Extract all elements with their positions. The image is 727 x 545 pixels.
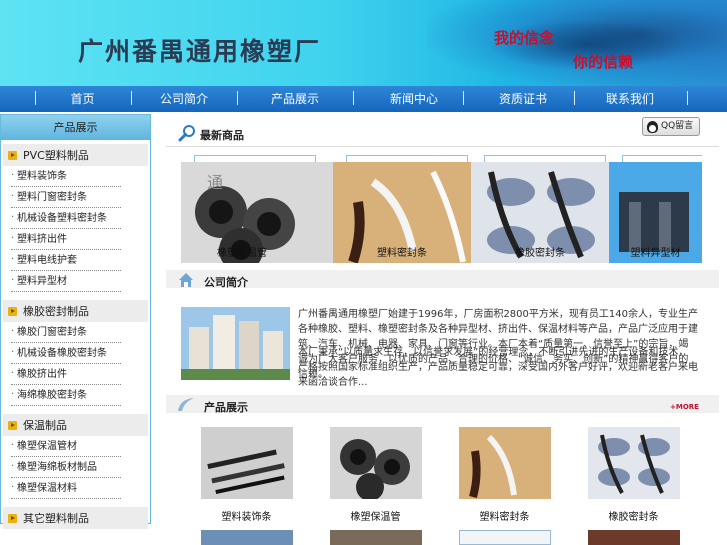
card-frame <box>194 155 316 162</box>
about-paragraph-2: 本厂秉承“以质量求生存，以信誉求发展”的经营理念，不断引进先进的生产设备和技术，… <box>298 347 698 388</box>
nav-separator <box>237 91 238 105</box>
product-image <box>200 427 293 499</box>
latest-products-strip: 通 橡塑保温管 塑料密封条 橡胶密封条 塑料异型材 <box>181 155 702 263</box>
nav-products[interactable]: 产品展示 <box>262 86 328 112</box>
products-section-header <box>166 395 719 413</box>
sidebar-item[interactable]: 机械设备橡胶密封条 <box>11 342 121 364</box>
sidebar-category-pvc[interactable]: PVC塑料制品 <box>3 144 148 166</box>
sidebar-item[interactable]: 橡胶挤出件 <box>11 363 121 385</box>
latest-title: 最新商品 <box>200 129 244 142</box>
nav-about[interactable]: 公司简介 <box>151 86 217 112</box>
about-title: 公司简介 <box>204 276 248 289</box>
sidebar-item[interactable]: 机械设备塑料密封条 <box>11 207 121 229</box>
search-icon <box>178 125 195 142</box>
arrow-bullet-icon <box>8 513 17 523</box>
category-label: PVC塑料制品 <box>23 149 89 162</box>
header-banner: 广州番禺通用橡塑厂 我的信念 你的信赖 <box>0 0 727 86</box>
product-caption: 橡胶密封条 <box>608 512 659 523</box>
nav-separator <box>131 91 132 105</box>
product-image <box>588 530 680 545</box>
category-label: 保温制品 <box>23 419 67 432</box>
divider <box>166 146 719 147</box>
product-image <box>201 530 293 545</box>
product-item[interactable]: 塑料密封条 <box>457 427 552 523</box>
latest-card[interactable]: 橡胶密封条 <box>471 155 609 263</box>
nav-separator <box>574 91 575 105</box>
arrow-bullet-icon <box>8 306 17 316</box>
sidebar-item[interactable]: 海绵橡胶密封条 <box>11 384 121 406</box>
category-label: 其它塑料制品 <box>23 512 89 525</box>
sidebar-item[interactable]: 塑料门窗密封条 <box>11 186 121 208</box>
product-item[interactable]: 橡塑保温管 <box>328 427 423 523</box>
card-label: 塑料密封条 <box>377 248 427 259</box>
sidebar-item[interactable]: 塑料电线护套 <box>11 249 121 271</box>
sidebar-category-rubber[interactable]: 橡胶密封制品 <box>3 300 148 322</box>
qq-label: QQ留言 <box>661 121 694 131</box>
product-image <box>459 530 551 545</box>
product-image <box>330 530 422 545</box>
sidebar-item[interactable]: 橡塑保温管材 <box>11 435 121 457</box>
sidebar-item[interactable]: 塑料装饰条 <box>11 165 121 187</box>
nav-certificates[interactable]: 资质证书 <box>490 86 556 112</box>
product-image <box>329 427 422 501</box>
product-caption: 橡塑保温管 <box>350 512 401 523</box>
product-item[interactable]: 橡胶密封条 <box>586 427 681 523</box>
nav-separator <box>35 91 36 105</box>
card-frame <box>622 155 702 162</box>
nav-home[interactable]: 首页 <box>55 86 110 112</box>
qq-message-button[interactable]: QQ留言 <box>642 117 700 136</box>
building-image <box>181 307 290 380</box>
sidebar-category-other[interactable]: 其它塑料制品 <box>3 507 148 529</box>
arrow-bullet-icon <box>8 420 17 430</box>
sidebar-item[interactable]: 塑料挤出件 <box>11 228 121 250</box>
company-title: 广州番禺通用橡塑厂 <box>78 37 322 66</box>
sidebar-item[interactable]: 橡胶门窗密封条 <box>11 321 121 343</box>
product-caption: 塑料装饰条 <box>221 512 272 523</box>
products-title: 产品展示 <box>204 401 248 414</box>
nav-contact[interactable]: 联系我们 <box>597 86 663 112</box>
card-label: 橡塑保温管 <box>217 248 267 259</box>
more-link[interactable]: +MORE <box>670 403 699 411</box>
product-caption: 塑料密封条 <box>479 512 530 523</box>
sidebar-item[interactable]: 橡塑保温材料 <box>11 477 121 499</box>
svg-text:通: 通 <box>207 173 223 192</box>
sidebar: 产品展示 PVC塑料制品 塑料装饰条 塑料门窗密封条 机械设备塑料密封条 塑料挤… <box>0 114 151 529</box>
swoosh-icon <box>178 398 194 411</box>
nav-separator <box>353 91 354 105</box>
nav-separator <box>687 91 688 105</box>
product-image <box>587 427 680 499</box>
nav-news[interactable]: 新闻中心 <box>381 86 447 112</box>
sidebar-title: 产品展示 <box>1 115 150 140</box>
arrow-bullet-icon <box>8 150 17 160</box>
slogan-2: 你的信赖 <box>573 53 634 71</box>
sidebar-item[interactable]: 橡塑海绵板材制品 <box>11 456 121 478</box>
card-label: 塑料异型材 <box>630 248 681 259</box>
nav-separator <box>463 91 464 105</box>
about-section-header <box>166 270 719 288</box>
sidebar-category-insulation[interactable]: 保温制品 <box>3 414 148 436</box>
qq-penguin-icon <box>647 121 658 133</box>
category-label: 橡胶密封制品 <box>23 305 89 318</box>
latest-card[interactable]: 塑料异型材 <box>609 155 702 263</box>
latest-card[interactable]: 塑料密封条 <box>333 155 471 263</box>
sidebar-item[interactable]: 塑料异型材 <box>11 270 121 292</box>
card-label: 橡胶密封条 <box>515 248 565 259</box>
latest-card[interactable]: 通 橡塑保温管 <box>181 155 333 263</box>
latest-section-header <box>166 124 719 142</box>
product-item[interactable]: 塑料装饰条 <box>199 427 294 523</box>
card-frame <box>346 155 468 162</box>
slogan-1: 我的信念 <box>494 29 555 47</box>
product-image <box>458 427 551 499</box>
home-icon <box>179 273 193 287</box>
card-frame <box>484 155 606 162</box>
